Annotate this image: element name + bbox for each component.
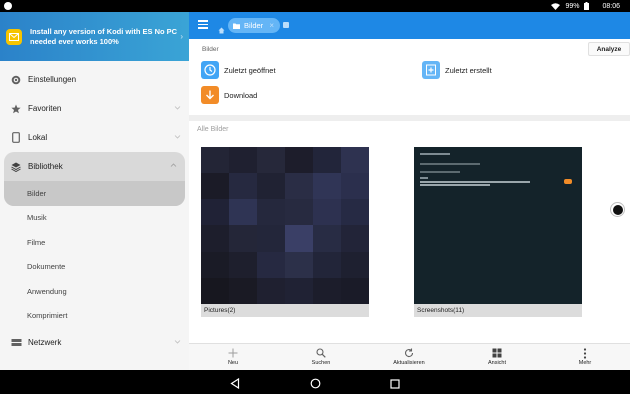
main-content: Bilder Analyze Zuletzt geöffnet Zuletzt … [189,39,630,343]
add-file-icon [422,61,440,79]
sidebar-item-network[interactable]: Netzwerk [0,328,189,357]
sidebar-item-favorites[interactable]: Favoriten [0,94,189,123]
layers-icon [10,161,22,173]
sidebar-item-settings[interactable]: Einstellungen [0,65,189,94]
clock: 08:06 [602,2,620,10]
album-caption: Pictures(2) [201,304,369,317]
divider [189,115,630,121]
chevron-right-icon: › [180,32,183,41]
status-bar: 99% 08:06 [0,0,630,12]
section-title: Bilder [202,46,219,53]
analyze-button[interactable]: Analyze [588,42,630,56]
shortcut-download[interactable]: Download [201,86,257,104]
folder-icon [233,23,240,29]
sidebar-subitem-archives[interactable]: Komprimiert [0,304,189,329]
notification-icon [4,2,12,10]
more-button[interactable]: Mehr [565,346,605,366]
promo-banner[interactable]: Install any version of Kodi with ES No P… [0,12,189,61]
plus-icon [213,346,253,360]
sidebar-subitem-movies[interactable]: Filme [0,230,189,255]
back-icon[interactable] [230,376,240,394]
view-button[interactable]: Ansicht [477,346,517,366]
shortcut-label: Zuletzt erstellt [445,65,492,75]
phone-icon [10,132,22,144]
sidebar: Install any version of Kodi with ES No P… [0,12,189,370]
wifi-icon [551,2,561,10]
home-icon[interactable] [218,21,225,39]
sidebar-item-label: Favoriten [28,104,62,113]
refresh-button[interactable]: Aktualisieren [389,346,429,366]
sidebar-item-label: Einstellungen [28,75,77,84]
mail-icon [6,28,22,45]
system-navigation-bar [0,370,630,394]
library-group: Bibliothek Bilder [4,152,185,206]
floating-action-button[interactable] [610,202,625,217]
grid-icon [477,346,517,360]
album-caption: Screenshots(11) [414,304,582,317]
promo-text: Install any version of Kodi with ES No P… [30,26,178,46]
refresh-icon [389,346,429,360]
album-screenshots[interactable]: Screenshots(11) [414,147,582,317]
album-thumbnail [201,147,369,304]
sidebar-subitem-music[interactable]: Musik [0,206,189,231]
tab-label: Bilder [244,21,264,30]
chevron-down-icon[interactable] [174,133,181,140]
menu-icon[interactable] [198,20,208,29]
network-icon [10,337,22,349]
star-icon [10,103,22,115]
sidebar-item-library[interactable]: Bibliothek [4,152,185,181]
shortcut-recently-opened[interactable]: Zuletzt geöffnet [201,61,276,79]
chevron-down-icon[interactable] [174,104,181,111]
download-icon [201,86,219,104]
gear-icon [10,74,22,86]
battery-percentage: 99% [565,2,580,10]
shortcut-recently-created[interactable]: Zuletzt erstellt [422,61,492,79]
new-window-icon[interactable] [283,22,289,28]
sidebar-subitem-pictures[interactable]: Bilder [4,181,185,206]
bottom-toolbar: Neu Suchen Aktualisieren Ansicht Mehr [189,343,630,370]
all-pictures-label: Alle Bilder [197,126,229,133]
search-icon [301,346,341,360]
sidebar-item-label: Bibliothek [28,162,63,171]
battery-icon [584,2,590,10]
album-thumbnail [414,147,582,304]
top-bar: Bilder × [189,12,630,39]
new-button[interactable]: Neu [213,346,253,366]
sidebar-item-label: Lokal [28,133,48,142]
sidebar-subitem-apps[interactable]: Anwendung [0,279,189,304]
chevron-up-icon[interactable] [170,162,177,169]
recents-icon[interactable] [390,376,400,394]
sidebar-item-label: Netzwerk [28,338,62,347]
shortcut-label: Download [224,90,258,100]
tab-pictures[interactable]: Bilder × [228,18,280,33]
shortcut-label: Zuletzt geöffnet [224,65,276,75]
sidebar-subitem-documents[interactable]: Dokumente [0,255,189,280]
more-vertical-icon [565,346,605,360]
chevron-down-icon[interactable] [174,338,181,345]
close-icon[interactable]: × [269,21,274,30]
clock-icon [201,61,219,79]
sidebar-item-local[interactable]: Lokal [0,123,189,152]
home-button-icon[interactable] [310,376,321,394]
album-pictures[interactable]: Pictures(2) [201,147,369,317]
search-button[interactable]: Suchen [301,346,341,366]
